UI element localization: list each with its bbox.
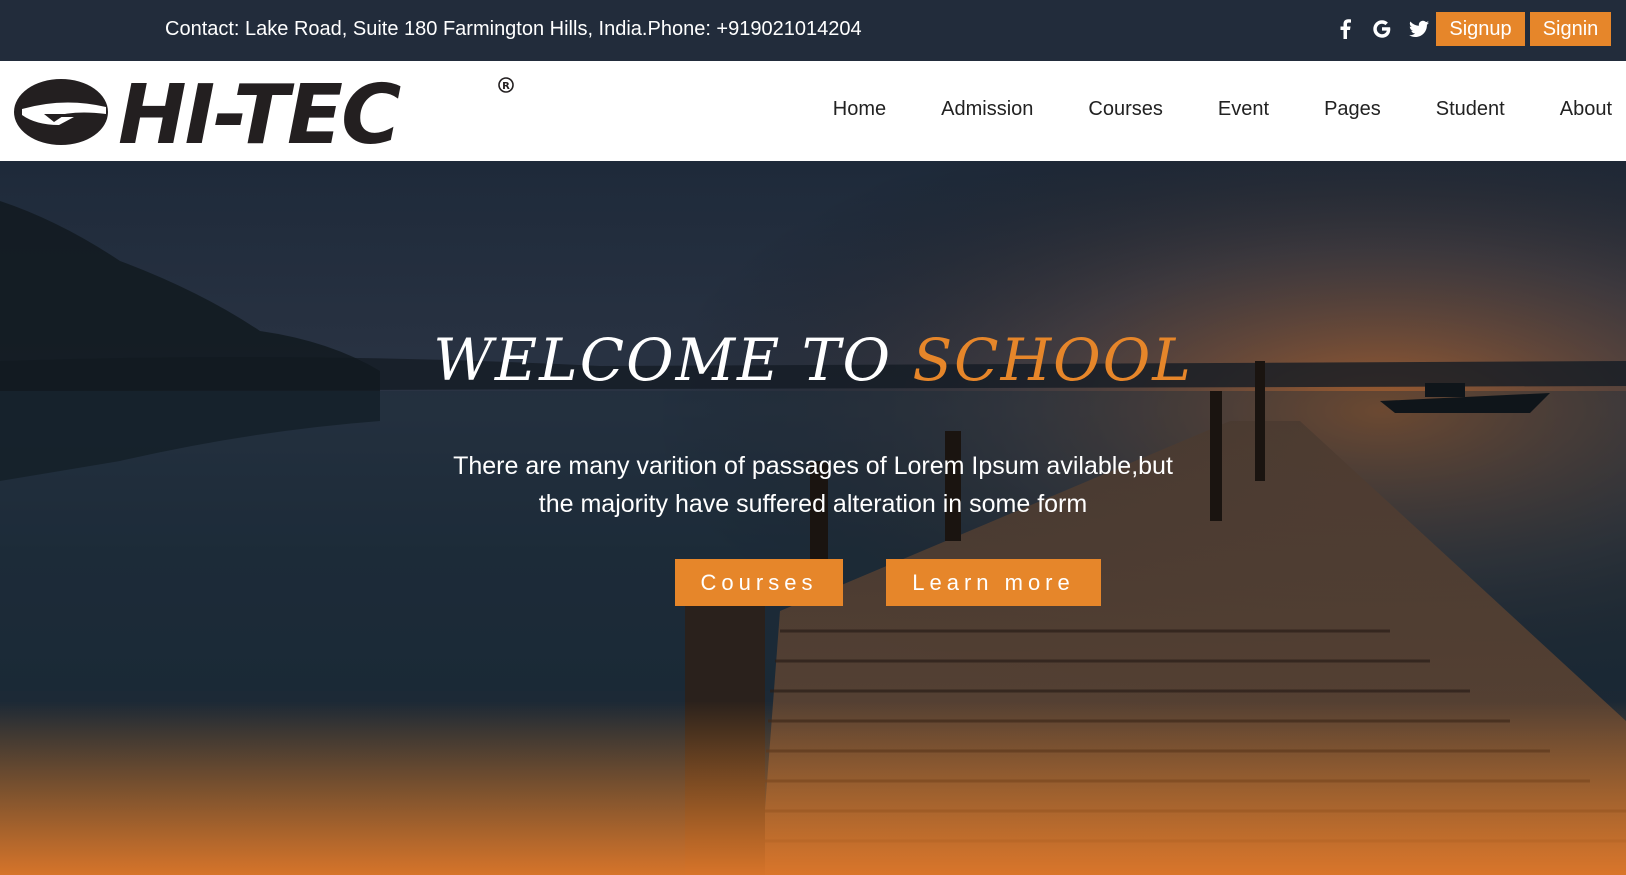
courses-button[interactable]: Courses <box>675 559 843 606</box>
learn-more-button[interactable]: Learn more <box>886 559 1101 606</box>
logo-text: HI-TEC <box>118 68 401 155</box>
hero-banner: WELCOME TO SCHOOL There are many varitio… <box>0 161 1626 875</box>
hero-description: There are many varition of passages of L… <box>0 447 1626 523</box>
google-icon[interactable] <box>1371 15 1393 43</box>
main-nav: Home Admission Courses Event Pages Stude… <box>778 98 1612 121</box>
signup-button[interactable]: Signup <box>1436 12 1525 46</box>
hero-title-accent: SCHOOL <box>912 326 1193 394</box>
hero-text-line-2: the majority have suffered alteration in… <box>538 490 1088 518</box>
svg-text:R: R <box>502 81 510 92</box>
contact-info: Contact: Lake Road, Suite 180 Farmington… <box>165 18 862 40</box>
top-bar: Contact: Lake Road, Suite 180 Farmington… <box>0 0 1626 61</box>
site-header: HI-TEC R Home Admission Courses Event Pa… <box>0 61 1626 163</box>
hero-title-main: WELCOME TO <box>433 326 893 394</box>
facebook-icon[interactable] <box>1334 15 1356 43</box>
hero-title: WELCOME TO SCHOOL <box>0 326 1626 394</box>
hero-text-line-1: There are many varition of passages of L… <box>453 452 1173 480</box>
twitter-icon[interactable] <box>1408 15 1430 43</box>
nav-pages[interactable]: Pages <box>1324 98 1381 121</box>
signin-button[interactable]: Signin <box>1530 12 1611 46</box>
hi-tec-logo[interactable]: HI-TEC R <box>14 67 524 163</box>
nav-admission[interactable]: Admission <box>941 98 1033 121</box>
nav-student[interactable]: Student <box>1436 98 1505 121</box>
nav-courses[interactable]: Courses <box>1088 98 1162 121</box>
nav-home[interactable]: Home <box>833 98 886 121</box>
nav-event[interactable]: Event <box>1218 98 1269 121</box>
social-links <box>1334 15 1430 43</box>
nav-about[interactable]: About <box>1560 98 1612 121</box>
